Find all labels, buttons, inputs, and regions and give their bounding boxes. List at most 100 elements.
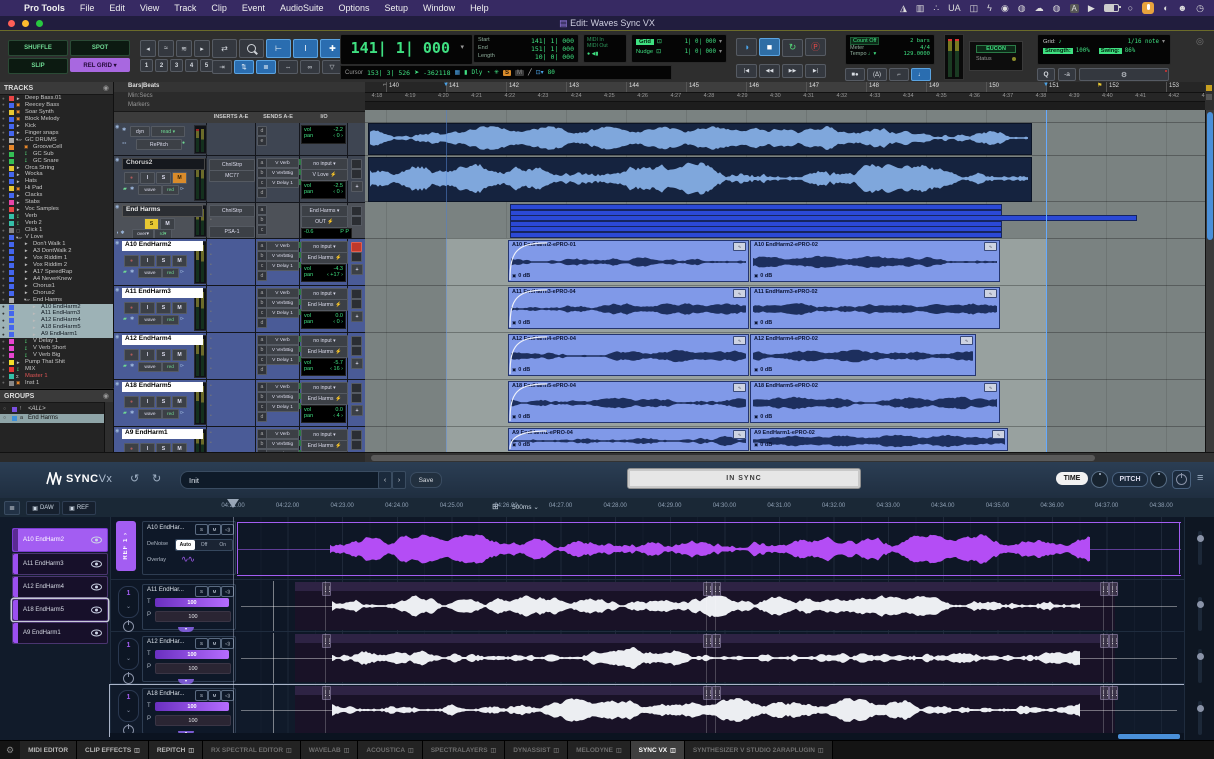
battery-icon[interactable] <box>1104 4 1119 12</box>
bar-label-141[interactable]: 141 <box>449 83 459 89</box>
clip-a9-endharm1-epro-04[interactable]: A9 EndHarm1-ePRO-04∿▣0 dB <box>508 428 749 451</box>
clip-gain-badge[interactable]: ▣0 dB <box>754 414 772 420</box>
insert-chip[interactable]: PSA-1 <box>209 226 255 238</box>
waveform-zoom-icon[interactable]: ≈ <box>158 40 174 57</box>
insert-chip[interactable]: MC77 <box>209 170 255 182</box>
timebase-icon[interactable]: ▰ <box>123 363 127 369</box>
bottom-tab-rx-spectral-editor[interactable]: RX SPECTRAL EDITOR◫ <box>203 741 301 759</box>
window-manager-icon[interactable]: ◫ <box>970 3 979 14</box>
global-solo-badge[interactable]: S <box>503 70 511 76</box>
sidebar-track-hi-pad[interactable]: ●▣Hi Pad <box>0 185 113 192</box>
elastic-icon[interactable]: ⚏ <box>122 140 126 146</box>
send-slot[interactable]: e <box>257 136 267 146</box>
empty-insert-dot[interactable]: • <box>210 413 212 419</box>
add-lane-button[interactable]: + <box>351 358 363 369</box>
warp-icon[interactable]: ∿ <box>733 336 746 345</box>
zoom-preset-4[interactable]: 4 <box>185 59 198 72</box>
volume-pan-lcd[interactable]: vol-2.5pan‹ 0 › <box>301 181 346 199</box>
bar-label-149[interactable]: 149 <box>929 83 939 89</box>
sidebar-track-a11-endharm3[interactable]: ●►A11 EndHarm3 <box>0 310 113 317</box>
end-value[interactable]: 151| 1| 000 <box>531 45 574 53</box>
plugin-time-1[interactable]: 04:22.00 <box>276 503 299 509</box>
mode-spot[interactable]: SPOT <box>70 40 130 56</box>
grid-label[interactable]: Grid <box>636 39 654 45</box>
send-chip[interactable]: V Verb <box>266 335 299 345</box>
plugin-sidebar-track-a10-endharm2[interactable]: A10 EndHarm2 <box>12 528 108 552</box>
pitch-slider[interactable]: 100 <box>155 611 231 622</box>
timebase-icon[interactable]: ▰ <box>123 410 127 416</box>
empty-insert-dot[interactable]: • <box>210 309 212 315</box>
redo-icon[interactable]: ↻ <box>152 472 161 485</box>
sidebar-track-v-verb-short[interactable]: ●↧V Verb Short <box>0 345 113 352</box>
sidebar-track-a17-speedrap[interactable]: ●►A17 SpeedRap <box>0 269 113 276</box>
track-collapse-icon[interactable]: ◉ <box>115 204 119 210</box>
ruler-corner-buttons[interactable] <box>1205 82 1214 110</box>
track-collapse-icon[interactable]: ◉ <box>115 381 119 387</box>
timeline-insertion-icon[interactable]: ▦ <box>455 69 461 76</box>
send-chip[interactable]: V Delay 1 <box>266 402 299 412</box>
empty-insert-dot[interactable]: • <box>210 319 212 325</box>
insert-chip[interactable]: RePitch <box>136 139 182 150</box>
sidebar-track-clacks[interactable]: ●►Clacks <box>0 192 113 199</box>
mini-button[interactable] <box>351 440 362 450</box>
solo-button[interactable]: S <box>195 690 208 701</box>
sidebar-track-finger-snaps[interactable]: ●►Finger snaps <box>0 130 113 137</box>
target-lane-0[interactable]: ⋮⋮⋮⋮⋮⋮⋮⋮⋮⋮ <box>233 581 1184 631</box>
preset-save-button[interactable]: Save <box>410 472 442 488</box>
sharing-icon[interactable]: ☻ <box>1178 3 1187 13</box>
loop-play-button[interactable]: ↻ <box>782 39 803 57</box>
empty-insert-dot[interactable]: • <box>210 383 212 389</box>
track-name-box[interactable]: A9 EndHarm1 <box>122 429 203 439</box>
bottom-tab-synthesizer-v-studio-2araplugin[interactable]: SYNTHESIZER V STUDIO 2ARAPLUGIN◫ <box>685 741 833 759</box>
link-icon[interactable]: ▮ <box>464 69 467 76</box>
rewind-button[interactable]: ◀◀ <box>759 64 780 78</box>
time-label-4-23[interactable]: 4:23 <box>538 93 549 99</box>
send-slot[interactable]: d <box>257 365 267 375</box>
plugin-power-button[interactable] <box>1172 470 1191 489</box>
bar-label-150[interactable]: 150 <box>989 83 999 89</box>
slider-knob[interactable] <box>1197 653 1204 660</box>
mute-button[interactable]: M <box>208 690 221 701</box>
sidebar-track-stabs[interactable]: ●►Stabs <box>0 199 113 206</box>
track-visibility-eye-icon[interactable] <box>91 607 102 614</box>
sync-handle-mid-1[interactable]: ⋮⋮ <box>703 686 712 700</box>
count-off-label[interactable]: Count Off <box>850 37 879 45</box>
mini-button[interactable] <box>351 346 362 356</box>
empty-insert-dot[interactable]: • <box>210 346 212 352</box>
lane-power-icon[interactable] <box>123 673 134 684</box>
time-label-4-40[interactable]: 4:40 <box>1102 93 1113 99</box>
plugin-timeline-ruler[interactable]: ≣ ▣ DAW ▣ REF ⊞ 500ms ⌄ 04:21.0004:22.00… <box>0 498 1214 518</box>
app-icon-1[interactable]: ◮ <box>900 3 907 14</box>
nudge-dropdown-icon[interactable]: ▾ <box>719 48 722 55</box>
plugin-time-13[interactable]: 04:34.00 <box>931 503 954 509</box>
time-label-4-29[interactable]: 4:29 <box>737 93 748 99</box>
output-path-chip[interactable]: End Harms ⚡ <box>301 440 348 452</box>
tempo-label[interactable]: Tempo ♩▾ <box>850 51 876 57</box>
time-label-4-41[interactable]: 4:41 <box>1135 93 1146 99</box>
sidebar-track-reecey-bass[interactable]: ●▣Reecey Bass <box>0 102 113 109</box>
mini-rec-button[interactable] <box>351 289 362 299</box>
solo-button[interactable]: S <box>156 255 171 267</box>
group-item--all-[interactable]: ○!<ALL> <box>0 405 104 414</box>
sidebar-track-end-harms[interactable]: ●▾▱End Harms <box>0 297 113 304</box>
plugin-menu-icon[interactable]: ≡ <box>1197 472 1203 484</box>
mini-button[interactable] <box>351 169 362 179</box>
pitch-toggle[interactable]: PITCH <box>1112 472 1148 487</box>
send-chip[interactable]: V VerbBig <box>266 298 299 308</box>
bar-label-144[interactable]: 144 <box>629 83 639 89</box>
solo-button[interactable]: S <box>156 396 171 408</box>
solo-button[interactable]: S <box>195 638 208 649</box>
plugin-list-icon[interactable]: ≣ <box>4 501 20 515</box>
warp-icon[interactable]: ∿ <box>984 242 997 251</box>
start-value[interactable]: 141| 1| 000 <box>531 37 574 45</box>
mic-icon[interactable] <box>1142 2 1154 14</box>
empty-insert-dot[interactable]: • <box>210 440 212 446</box>
count-in-button[interactable]: (Δ) <box>867 68 887 81</box>
output-path-chip[interactable]: End Harms ⚡ <box>301 393 348 405</box>
undo-icon[interactable]: ↺ <box>130 472 139 485</box>
pitch-slider[interactable]: 100 <box>155 715 231 726</box>
plugin-time-5[interactable]: 04:26.00 <box>494 503 517 509</box>
ref-tab[interactable]: REF 1 › <box>116 521 136 571</box>
mini-button[interactable] <box>351 393 362 403</box>
sidebar-track-hats[interactable]: ●►Hats <box>0 178 113 185</box>
